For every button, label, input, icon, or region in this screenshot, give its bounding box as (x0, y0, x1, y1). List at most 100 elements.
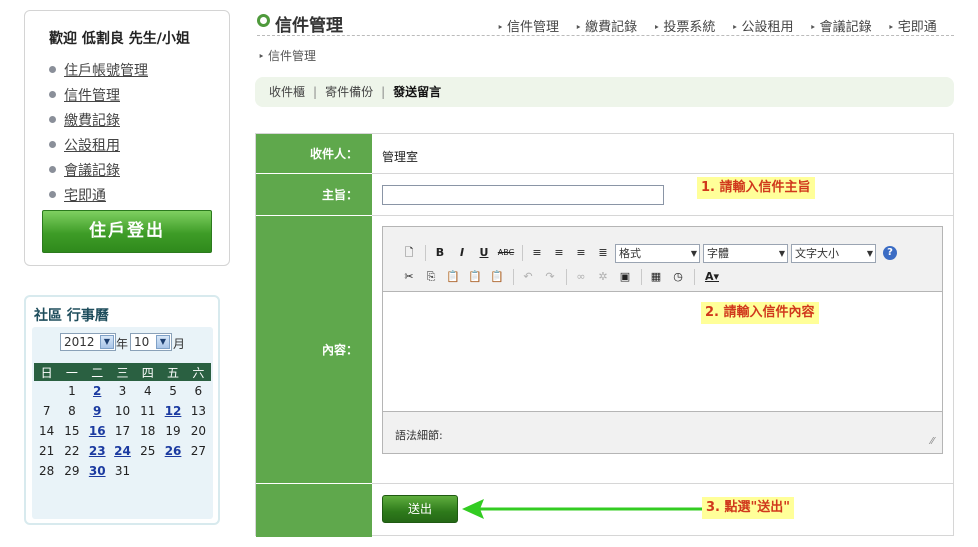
chevron-down-icon[interactable]: ▼ (100, 335, 114, 349)
top-nav-voting[interactable]: 投票系統 (653, 20, 715, 35)
toolbar-separator (641, 269, 642, 285)
redo-icon[interactable]: ↷ (540, 268, 560, 286)
subject-cell (372, 174, 953, 216)
top-nav-payments[interactable]: 繳費記錄 (575, 20, 637, 35)
copy-icon[interactable]: ⎘ (421, 268, 441, 286)
calendar-event-day[interactable]: 9 (85, 401, 110, 421)
strikethrough-icon[interactable]: ABC (496, 244, 516, 262)
bold-icon[interactable]: B (430, 244, 450, 262)
month-select[interactable]: 10 ▼ (130, 333, 172, 351)
calendar-event-day[interactable]: 2 (85, 381, 110, 401)
month-unit: 月 (173, 337, 186, 351)
calendar-event-day[interactable]: 16 (85, 421, 110, 441)
underline-icon[interactable]: U (474, 244, 494, 262)
calendar-day (186, 461, 211, 481)
calendar-day: 3 (118, 384, 127, 398)
calendar-weekday: 四 (135, 363, 161, 381)
calendar-day: 6 (194, 384, 203, 398)
calendar-panel: 社區 行事曆 2012 ▼ 年 10 ▼ 月 日一二三四五六 123456789… (24, 295, 220, 525)
new-document-icon[interactable]: 🗋 (399, 244, 419, 262)
sidebar-item-mail[interactable]: 信件管理 (49, 84, 148, 109)
sidebar-item-facilities[interactable]: 公設租用 (49, 134, 148, 159)
top-nav-delivery[interactable]: 宅即通 (888, 20, 937, 35)
align-left-icon[interactable]: ≡ (527, 244, 547, 262)
calendar-event-day[interactable]: 12 (160, 401, 185, 421)
logout-button[interactable]: 住戶登出 (42, 210, 212, 253)
calendar-day: 18 (140, 424, 156, 438)
calendar-week: 14 15 16 17 18 19 20 (34, 421, 211, 441)
calendar-day: 20 (190, 424, 206, 438)
send-button[interactable]: 送出 (382, 495, 458, 523)
calendar-day: 27 (190, 444, 206, 458)
insert-date-icon[interactable]: ▦ (646, 268, 666, 286)
paste-icon[interactable]: 📋 (443, 268, 463, 286)
align-justify-icon[interactable]: ≣ (593, 244, 613, 262)
mail-tabs: 收件櫃 | 寄件備份 | 發送留言 (255, 77, 954, 107)
sidebar-item-label[interactable]: 公設租用 (64, 138, 120, 154)
resize-grip-icon[interactable]: ⁄⁄ (931, 436, 934, 447)
sidebar-item-payments[interactable]: 繳費記錄 (49, 109, 148, 134)
align-right-icon[interactable]: ≡ (571, 244, 591, 262)
chevron-down-icon[interactable]: ▼ (156, 335, 170, 349)
hint-subject: 1. 請輸入信件主旨 (697, 177, 815, 199)
page-title: 信件管理 (275, 16, 343, 36)
sidebar-item-account[interactable]: 住戶帳號管理 (49, 59, 148, 84)
subject-input[interactable] (382, 185, 664, 205)
tab-compose[interactable]: 發送留言 (393, 85, 441, 99)
calendar-event-day[interactable]: 24 (110, 441, 135, 461)
calendar-grid: 日一二三四五六 1 2 3 4 5 6 7 8 9 10 11 12 13 14 15 16 17 18 19 20 2… (34, 363, 211, 481)
calendar-title: 社區 行事曆 (34, 308, 109, 324)
unlink-icon[interactable]: ✲ (593, 268, 613, 286)
cut-icon[interactable]: ✂ (399, 268, 419, 286)
bullet-icon (49, 65, 56, 73)
top-nav-meetings[interactable]: 會議記錄 (810, 20, 872, 35)
year-select[interactable]: 2012 ▼ (60, 333, 116, 351)
bullet-icon (49, 115, 56, 123)
format-select[interactable]: 格式 ▼ (615, 243, 700, 263)
text-color-icon[interactable]: A▾ (699, 268, 725, 286)
calendar-day: 5 (169, 384, 177, 398)
help-icon[interactable]: ? (883, 246, 897, 260)
top-nav-mail[interactable]: 信件管理 (497, 20, 559, 35)
calendar-day: 8 (68, 404, 76, 418)
hint-send: 3. 點選"送出" (702, 497, 795, 519)
subject-label: 主旨： (256, 174, 372, 216)
sidebar-item-label[interactable]: 繳費記錄 (64, 113, 120, 129)
font-select[interactable]: 字體 ▼ (703, 243, 788, 263)
calendar-event-day[interactable]: 23 (85, 441, 110, 461)
calendar-day: 31 (114, 464, 131, 478)
recipient-cell: 管理室 (372, 134, 953, 174)
calendar-week: 123 4 5 6 (34, 381, 211, 401)
insert-time-icon[interactable]: ◷ (668, 268, 688, 286)
tab-separator: | (381, 85, 386, 99)
welcome-text: 歡迎 低割良 先生/小姐 (49, 31, 190, 47)
sidebar-item-label[interactable]: 宅即通 (64, 188, 106, 204)
recipient-label: 收件人： (256, 134, 372, 174)
sidebar-item-label[interactable]: 信件管理 (64, 88, 120, 104)
undo-icon[interactable]: ↶ (518, 268, 538, 286)
image-icon[interactable]: ▣ (615, 268, 635, 286)
toolbar-separator (566, 269, 567, 285)
italic-icon[interactable]: I (452, 244, 472, 262)
calendar-week: 28 29 30 31 (34, 461, 211, 481)
sidebar-item-delivery[interactable]: 宅即通 (49, 184, 148, 209)
sidebar-item-label[interactable]: 會議記錄 (64, 163, 120, 179)
top-nav-facilities[interactable]: 公設租用 (731, 20, 793, 35)
tab-inbox[interactable]: 收件櫃 (269, 85, 305, 99)
link-icon[interactable]: ∞ (571, 268, 591, 286)
toolbar-row-1: 🗋 B I U ABC ≡ ≡ ≡ ≣ 格式 ▼ 字體 ▼ 文字大小 ▼ ? (399, 243, 897, 263)
paste-text-icon[interactable]: 📋 (465, 268, 485, 286)
paste-word-icon[interactable]: 📋 (487, 268, 507, 286)
sidebar-item-meetings[interactable]: 會議記錄 (49, 159, 148, 184)
align-center-icon[interactable]: ≡ (549, 244, 569, 262)
calendar-event-day[interactable]: 30 (85, 461, 110, 481)
toolbar-separator (425, 245, 426, 261)
sidebar-item-label[interactable]: 住戶帳號管理 (64, 63, 148, 79)
tab-sent[interactable]: 寄件備份 (325, 85, 373, 99)
editor-status-bar: 語法細節: ⁄⁄ (383, 411, 942, 453)
font-size-select[interactable]: 文字大小 ▼ (791, 243, 876, 263)
calendar-body: 2012 ▼ 年 10 ▼ 月 日一二三四五六 1 2 3 4 5 6 7 8 9 10 11 12 1… (32, 327, 213, 519)
editor-content-area[interactable] (383, 292, 942, 412)
calendar-event-day[interactable]: 26 (160, 441, 185, 461)
calendar-day: 21 (39, 444, 55, 458)
